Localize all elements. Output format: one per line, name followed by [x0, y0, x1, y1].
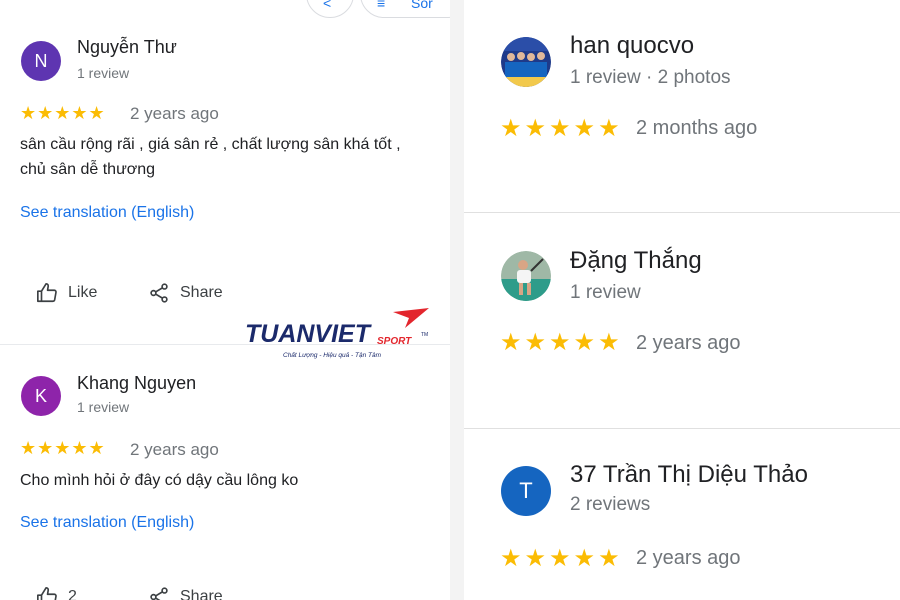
logo-suffix: SPORT [377, 336, 412, 347]
star-rating: ★★★★★ [500, 545, 623, 572]
avatar[interactable]: N [21, 41, 61, 81]
reviewer-name[interactable]: Khang Nguyen [77, 373, 196, 394]
reviewer-meta: 1 review [77, 399, 130, 415]
sort-button-label: Sor [411, 0, 433, 11]
thumbs-up-icon [37, 283, 57, 303]
sort-icon: ≡ [377, 0, 386, 11]
star-rating: ★★★★★ [20, 103, 106, 123]
review-date: 2 months ago [636, 117, 758, 139]
star-rating: ★★★★★ [20, 438, 106, 458]
share-button[interactable]: Share [148, 282, 223, 304]
logo-tagline: Chất Lượng - Hiệu quả - Tận Tâm [283, 351, 382, 359]
like-button[interactable]: Like [36, 282, 97, 304]
divider [464, 212, 900, 213]
review-date: 2 years ago [130, 440, 219, 459]
review-date: 2 years ago [130, 104, 219, 123]
reviewer-meta: 2 reviews [570, 494, 651, 515]
tuanviet-sport-logo: TUANVIET SPORT TM Chất Lượng - Hiệu quả … [245, 308, 429, 359]
share-icon [150, 587, 168, 600]
share-label: Share [180, 588, 223, 600]
star-rating: ★★★★★ [500, 115, 623, 142]
review-text: sân cầu rộng rãi , giá sân rẻ , chất lượ… [20, 136, 401, 178]
logo-brand: TUANVIET [245, 320, 373, 348]
reviewer-meta: 1 review [77, 65, 130, 81]
chevron-left-icon: < [323, 0, 332, 11]
avatar[interactable] [501, 251, 551, 301]
avatar[interactable]: K [21, 376, 61, 416]
review-text: Cho mình hỏi ở đây có dậy cầu lông ko [20, 472, 299, 489]
review-date: 2 years ago [636, 332, 741, 354]
logo-tm: TM [421, 332, 428, 338]
left-reviews-panel: < ≡ Sor N Nguyễn Thư 1 review ★★★★★ 2 ye… [0, 0, 450, 600]
sort-button[interactable]: ≡ Sor [360, 0, 450, 18]
reviewer-meta: 1 review [570, 282, 641, 303]
reviewer-meta: 1 review · 2 photos [570, 67, 731, 88]
like-label: Like [68, 284, 98, 301]
see-translation-link[interactable]: See translation (English) [20, 204, 194, 222]
thumbs-up-icon [37, 587, 57, 600]
back-button[interactable]: < [306, 0, 354, 18]
panel-gap [450, 0, 464, 600]
divider [464, 428, 900, 429]
like-count: 2 [68, 588, 77, 600]
reviewer-name[interactable]: Đặng Thắng [570, 247, 702, 275]
star-rating: ★★★★★ [500, 329, 623, 356]
avatar[interactable] [501, 37, 551, 87]
avatar[interactable]: T [501, 466, 551, 516]
share-icon [150, 283, 168, 303]
like-button[interactable]: 2 [36, 586, 77, 600]
share-label: Share [180, 284, 223, 301]
review-date: 2 years ago [636, 547, 741, 569]
see-translation-link[interactable]: See translation (English) [20, 514, 194, 532]
reviewer-name[interactable]: han quocvo [570, 32, 694, 60]
reviewer-name[interactable]: Nguyễn Thư [77, 37, 177, 58]
reviewer-name[interactable]: 37 Trần Thị Diệu Thảo [570, 461, 808, 489]
right-reviews-panel: han quocvo 1 review · 2 photos ★★★★★ 2 m… [464, 0, 900, 600]
share-button[interactable]: Share [148, 586, 223, 600]
